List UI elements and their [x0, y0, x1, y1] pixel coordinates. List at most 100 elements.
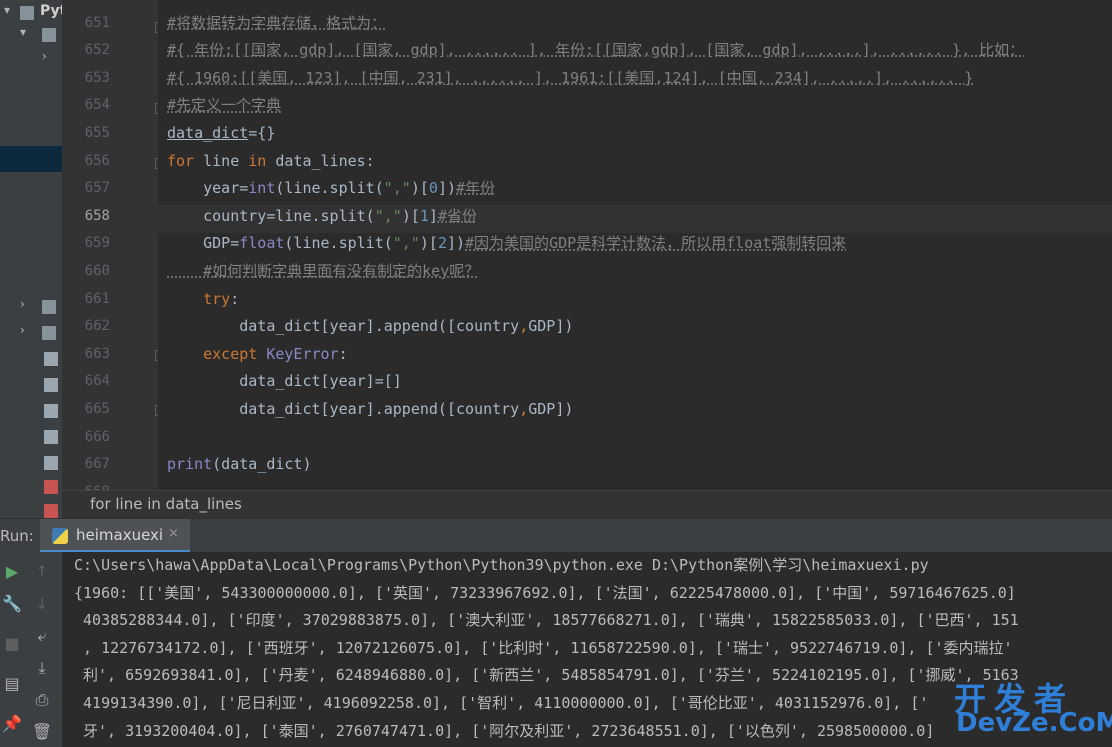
tree-folder-data-1[interactable]: › 数 [0, 294, 62, 320]
code-token: 2 [437, 234, 447, 253]
code-line[interactable]: print(data_dict) [167, 450, 312, 478]
wrench-icon[interactable]: 🔧 [0, 592, 24, 616]
code-token: GDP= [167, 234, 240, 253]
line-number: 655 [84, 125, 110, 141]
code-token: )[ [419, 234, 438, 253]
tree-file[interactable] [0, 72, 62, 98]
breadcrumb[interactable]: for line in data_lines [62, 490, 1112, 519]
python-file-icon [44, 456, 58, 470]
tree-subfolder[interactable]: › [0, 46, 62, 72]
code-token: float [239, 234, 285, 253]
line-number: 656 [84, 152, 110, 169]
code-line[interactable]: try: [167, 285, 239, 313]
code-line[interactable]: data_dict[year]=[] [167, 367, 402, 395]
console-line: 牙', 3193200404.0], ['泰国', 2760747471.0],… [74, 721, 935, 740]
code-token: #将数据转为字典存储，格式为： [167, 13, 387, 32]
soft-wrap-icon[interactable]: ⤶ [30, 624, 54, 648]
tree-file-cl[interactable]: cl [0, 424, 62, 450]
line-number: 665 [84, 401, 110, 417]
line-number: 660 [84, 263, 110, 279]
watermark-line2: DevZe.CoM [956, 708, 1112, 738]
code-token: country=line.split( [167, 206, 375, 225]
tree-folder-data-2[interactable]: › 数 [0, 320, 62, 346]
code-token: #省份 [437, 206, 477, 225]
chevron-down-icon[interactable]: ▾ [20, 25, 26, 39]
code-token: ]) [437, 179, 456, 198]
tree-item-study[interactable]: ▾ 学 [0, 22, 62, 48]
print-icon[interactable]: ⎙ [30, 688, 54, 712]
tree-file-a[interactable]: A [0, 346, 62, 372]
arrow-down-icon[interactable]: ↓ [30, 592, 54, 616]
code-line[interactable]: #{ 年份:[[国家, gdp], [国家, gdp], ...... ], 年… [167, 36, 1024, 64]
tree-file-csv-2[interactable]: d [0, 498, 62, 518]
python-file-icon [44, 378, 58, 392]
tree-file-c[interactable]: C [0, 398, 62, 424]
close-icon[interactable]: × [168, 526, 179, 541]
scroll-to-end-icon[interactable]: ⤓ [30, 656, 54, 680]
code-token: print [167, 455, 213, 474]
code-line[interactable]: year=int(line.split(",")[0])#年份 [167, 174, 495, 202]
code-token: (line.split( [275, 179, 384, 198]
line-number: 657 [84, 180, 110, 197]
chevron-right-icon[interactable]: › [20, 323, 25, 337]
code-token: #年份 [456, 179, 496, 198]
line-number-gutter[interactable]: 💡 65065165265365465565665765865966066166… [62, 0, 198, 500]
console-line: 4199134390.0], ['尼日利亚', 4196092258.0], [… [74, 694, 929, 712]
code-token: #因为美国的GDP是科学计数法，所以用float强制转回来 [465, 234, 847, 253]
pin-icon[interactable]: 📌 [0, 712, 24, 736]
tree-file[interactable] [0, 98, 62, 124]
code-line[interactable]: for line in data_lines: [167, 147, 375, 175]
layout-icon[interactable]: ▤ [0, 672, 24, 696]
code-token: for [167, 151, 204, 170]
tree-file-b[interactable]: B [0, 372, 62, 398]
code-line[interactable]: GDP=float(line.split(",")[2])#因为美国的GDP是科… [167, 229, 846, 257]
run-tab[interactable]: heimaxuexi × [40, 519, 190, 553]
code-line[interactable]: data_dict={} [167, 119, 275, 147]
code-editor[interactable]: #将数据转为字典存储，格式为： #{ 年份:[[国家, gdp], [国家, gd… [158, 0, 1112, 490]
breadcrumb-item[interactable]: for line in data_lines [90, 495, 242, 513]
folder-icon [42, 300, 56, 314]
tree-file-selected[interactable] [0, 146, 62, 172]
code-line[interactable]: data_dict[year].append([country,GDP]) [167, 395, 573, 423]
project-title: Pyth [40, 3, 62, 19]
code-token: except [167, 344, 267, 363]
python-file-icon [44, 404, 58, 418]
code-token: )[ [410, 179, 429, 198]
code-token: data_lines: [275, 151, 375, 170]
run-toolbar: ▶ ↑ 🔧 ↓ ■ ⤶ ⤓ ▤ ⎙ 📌 🗑 [0, 552, 62, 747]
python-file-icon [44, 352, 58, 366]
code-line[interactable]: except KeyError: [167, 340, 348, 368]
line-number: 664 [84, 373, 110, 390]
stop-icon[interactable]: ■ [0, 632, 24, 656]
chevron-right-icon[interactable]: › [20, 297, 25, 311]
code-token: "," [383, 179, 411, 198]
python-icon [52, 528, 68, 544]
code-token: data_dict[year].append([country [167, 400, 520, 418]
rerun-icon[interactable]: ▶ [0, 560, 24, 584]
code-line[interactable]: country=line.split(",")[1]#省份 [167, 202, 477, 230]
code-token: 1 [419, 206, 429, 225]
code-token: #先定义一个字典 [167, 96, 282, 115]
code-token: ] [428, 206, 438, 225]
code-line[interactable]: #如何判断字典里面有没有制定的key呢？ [167, 257, 479, 285]
chevron-down-icon[interactable]: ▾ [4, 3, 10, 17]
code-token: (line.split( [284, 234, 393, 253]
project-tree[interactable]: ▾ Pyth ▾ 学 › › 数 › 数 A B C cl D [0, 0, 62, 518]
code-token: ={} [248, 124, 276, 142]
line-number: 659 [84, 235, 110, 252]
code-line[interactable]: data_dict[year].append([country,GDP]) [167, 312, 573, 340]
arrow-up-icon[interactable]: ↑ [30, 560, 54, 584]
code-line[interactable]: #先定义一个字典 [167, 91, 281, 119]
code-line[interactable]: #将数据转为字典存储，格式为： [167, 9, 386, 37]
tree-file-d[interactable]: D [0, 450, 62, 476]
trash-icon[interactable]: 🗑 [30, 720, 54, 744]
code-token: #{ 年份:[[国家, gdp], [国家, gdp], ...... ], 年… [167, 41, 1025, 60]
tree-file-csv-1[interactable]: d [0, 474, 62, 500]
line-number: 652 [84, 42, 110, 59]
watermark-logo: 开发者 DevZe.CoM [940, 680, 1112, 747]
code-line[interactable]: #{ 1960:[[美国, 123], [中国, 231], ...... ],… [167, 64, 973, 92]
code-token: data_dict[year]=[] [167, 372, 402, 391]
run-label: Run: [0, 527, 34, 545]
code-token: KeyError [266, 344, 339, 363]
chevron-right-icon[interactable]: › [42, 49, 47, 63]
